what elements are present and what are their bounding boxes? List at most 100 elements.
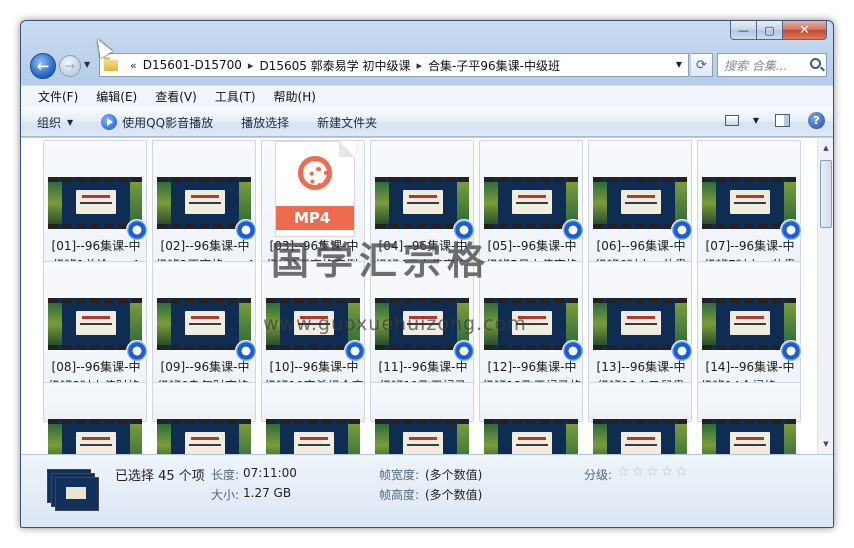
star-icon[interactable]: ☆ [632,464,645,480]
star-icon[interactable]: ☆ [675,464,688,480]
thumbnail-title-card [185,190,225,214]
scroll-thumb[interactable] [820,160,832,228]
file-tile[interactable] [370,382,474,454]
selection-thumbnail [47,469,99,515]
video-thumbnail [48,298,142,350]
video-thumbnail [484,419,578,454]
minimize-button[interactable]: — [730,21,757,40]
file-tile[interactable] [261,382,365,454]
video-thumbnail [157,177,251,229]
video-thumbnail [266,419,360,454]
recent-pages-dropdown[interactable]: ▼ [84,60,94,69]
star-icon[interactable]: ☆ [617,464,630,480]
video-thumbnail [375,177,469,229]
file-type-band: MP4 [276,206,354,230]
file-list[interactable]: [01]--96集课-中级班1总论.mp4[02]--96集课-中级班2正官格.… [21,138,817,454]
search-input[interactable]: 搜索 合集... [717,53,827,77]
preview-pane-icon[interactable] [775,114,790,127]
refresh-icon: ⟳ [696,57,707,73]
thumbnail-title-card [294,432,334,454]
caret-down-icon: ▼ [67,117,74,127]
new-folder-button[interactable]: 新建文件夹 [317,114,377,131]
video-thumbnail [702,419,796,454]
menu-help[interactable]: 帮助(H) [265,88,325,105]
address-bar[interactable]: « D15601-D15700 ▸ D15605 郭泰易学 初中级课 ▸ 合集-… [99,53,689,77]
watermark-url: www.guoxuehuizong.com [263,313,527,335]
vertical-scrollbar[interactable]: ▲ ▼ [817,138,833,454]
duration-label: 长度: [211,468,240,482]
menu-edit[interactable]: 编辑(E) [87,88,146,105]
video-thumbnail [55,477,99,511]
frame-width-value: (多个数值) [425,468,483,482]
back-button[interactable]: ← [30,53,56,79]
video-thumbnail [48,177,142,229]
thumbnail-title-card [512,432,552,454]
menu-file[interactable]: 文件(F) [29,88,87,105]
thumbnail-title-card [621,311,661,335]
scroll-down-icon[interactable]: ▼ [818,436,833,452]
maximize-button[interactable]: ▢ [757,21,783,40]
thumbnail-title-card [621,190,661,214]
video-player-logo-icon [298,156,332,190]
chevron-right-icon[interactable]: ▸ [416,59,422,72]
video-thumbnail [484,177,578,229]
mp4-file-icon: MP4 [275,141,355,237]
toolbar-right: ▼ ? [724,112,825,129]
breadcrumb-segment-3[interactable]: 合集-子平96集课-中级班 [428,57,560,74]
thumbnail-title-card [730,190,770,214]
thumbnail-title-card [185,311,225,335]
navigation-bar: ← → ▼ « D15601-D15700 ▸ D15605 郭泰易学 初中级课… [21,48,833,82]
details-pane: 已选择 45 个项 长度: 07:11:00 大小: 1.27 GB 帧宽度: … [21,454,833,527]
thumbnail-title-card [185,432,225,454]
play-with-qq-label: 使用QQ影音播放 [122,115,214,130]
play-with-qq-button[interactable]: 使用QQ影音播放 [101,114,213,131]
forward-button[interactable]: → [59,55,81,77]
play-selection-button[interactable]: 播放选择 [241,114,289,131]
file-tile[interactable] [152,382,256,454]
organize-label: 组织 [37,115,62,130]
address-overflow[interactable]: « [130,59,137,72]
organize-button[interactable]: 组织 ▼ [37,114,73,131]
thumbnail-title-card [76,432,116,454]
chevron-right-icon[interactable]: ▸ [248,59,254,72]
size-label: 大小: [211,488,240,502]
star-icon[interactable]: ☆ [646,464,659,480]
search-icon[interactable] [810,58,821,69]
frame-width-label: 帧宽度: [379,468,420,482]
file-tile[interactable] [479,382,583,454]
video-thumbnail [593,177,687,229]
scroll-up-icon[interactable]: ▲ [818,140,833,156]
folder-icon [104,56,118,71]
breadcrumb-segment-2[interactable]: D15605 郭泰易学 初中级课 [259,57,410,74]
refresh-button[interactable]: ⟳ [691,53,713,77]
thumbnail-title-card [76,190,116,214]
file-tile[interactable] [43,382,147,454]
close-icon: ✕ [799,22,810,38]
arrow-left-icon: ← [36,57,50,75]
size-value: 1.27 GB [243,486,292,500]
watermark-text: 国学汇宗格 [271,238,492,283]
thumbnail-title-card [730,432,770,454]
star-icon[interactable]: ☆ [661,464,674,480]
arrow-right-icon: → [64,59,76,73]
view-options-caret-icon[interactable]: ▼ [753,116,759,125]
file-tile[interactable] [588,382,692,454]
menu-tools[interactable]: 工具(T) [206,88,265,105]
video-thumbnail [593,419,687,454]
thumbnail-title-card [512,190,552,214]
address-dropdown-icon[interactable]: ▼ [676,60,682,69]
video-thumbnail [157,419,251,454]
video-thumbnail [702,177,796,229]
command-bar: 组织 ▼ 使用QQ影音播放 播放选择 新建文件夹 ▼ ? [21,107,833,137]
video-thumbnail [157,298,251,350]
video-thumbnail [375,419,469,454]
search-placeholder: 搜索 合集... [724,58,788,73]
rating-stars[interactable]: ☆ ☆ ☆ ☆ ☆ [617,464,690,480]
thumbnail-title-card [621,432,661,454]
change-view-icon[interactable] [724,115,739,126]
help-icon[interactable]: ? [808,112,825,129]
file-tile[interactable] [697,382,801,454]
breadcrumb-segment-1[interactable]: D15601-D15700 [143,58,242,72]
menu-view[interactable]: 查看(V) [146,88,206,105]
close-button[interactable]: ✕ [783,21,827,40]
